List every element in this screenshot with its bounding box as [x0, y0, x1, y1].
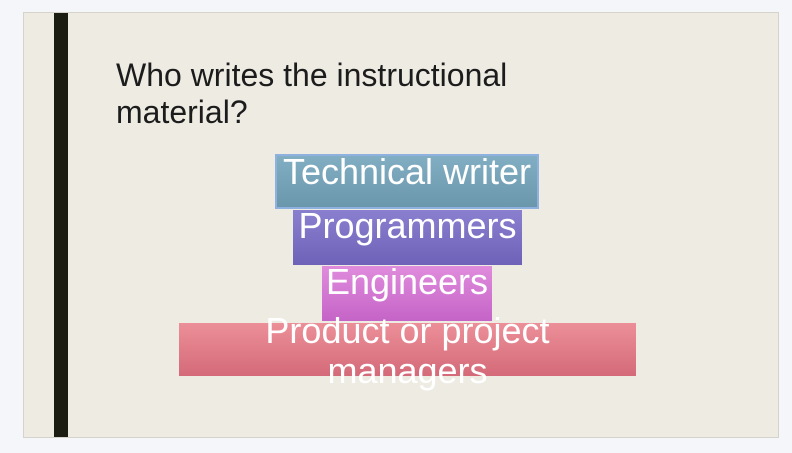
- pyramid-tier-technical-writer[interactable]: Technical writer: [275, 151, 539, 209]
- pyramid-tier-programmers[interactable]: Programmers: [293, 206, 522, 265]
- slide-title: Who writes the instructional material?: [116, 57, 508, 130]
- pyramid-tier-product-or-project-managers[interactable]: Product or project managers: [179, 311, 636, 391]
- tier-label: Programmers: [298, 205, 517, 246]
- slide: Who writes the instructional material? T…: [23, 12, 779, 438]
- accent-bar: [54, 13, 68, 437]
- tier-label: Engineers: [325, 261, 489, 302]
- tier-label: Technical writer: [282, 151, 532, 192]
- tier-label: Product or project managers: [265, 310, 550, 391]
